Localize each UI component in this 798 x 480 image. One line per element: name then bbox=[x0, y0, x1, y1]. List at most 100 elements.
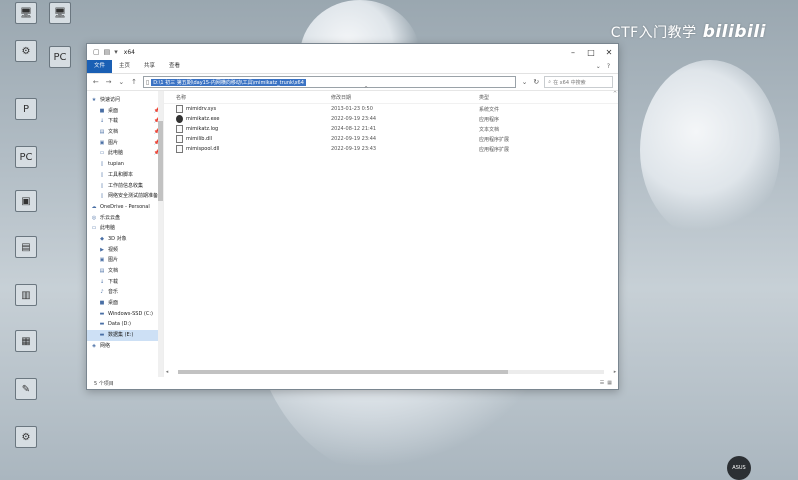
search-input[interactable]: ⌕ 在 x64 中搜索 bbox=[544, 76, 613, 88]
maximize-button[interactable]: □ bbox=[582, 48, 600, 57]
desktop-shortcut[interactable]: ✎ bbox=[4, 378, 48, 402]
horizontal-scrollbar[interactable]: ◂ ▸ bbox=[164, 369, 618, 375]
file-name: mimilib.dll bbox=[186, 136, 213, 142]
sidebar-item[interactable]: ▬ Windows-SSD (C:) bbox=[87, 309, 163, 320]
sidebar-item-icon: ◆ bbox=[100, 235, 104, 242]
navigation-pane[interactable]: ★ 快速访问 ■ 桌面 📌 ↓ 下载 📌 ▤ 文档 📌 ▣ 图片 📌 ▭ 此电脑 📌 ▯ tupian ▯ 工具和脚本 ▯… bbox=[87, 91, 164, 377]
sort-indicator-icon: ^ bbox=[364, 86, 369, 92]
save-icon[interactable]: ▢ bbox=[93, 48, 100, 56]
desktop-shortcut[interactable]: ▥ bbox=[4, 284, 48, 308]
sidebar-item-icon: ▭ bbox=[91, 225, 97, 232]
file-row[interactable]: mimidrv.sys 2013-01-23 0:50 系统文件 bbox=[164, 104, 618, 114]
minimize-button[interactable]: – bbox=[564, 48, 582, 57]
address-bar[interactable]: ▯ D:\1 初三 第五期\day15-内网横向移动\工具\mimikatz_t… bbox=[142, 76, 516, 88]
help-icon[interactable]: ? bbox=[607, 63, 610, 70]
sidebar-item-icon: ▬ bbox=[99, 332, 105, 339]
sidebar-item-label: 数据集 (E:) bbox=[108, 332, 134, 339]
desktop-shortcut[interactable]: PC bbox=[38, 46, 82, 70]
sidebar-item[interactable]: ▯ 工作前信息收集 bbox=[87, 181, 163, 192]
title-bar[interactable]: ▢ ▤ ▾ x64 – □ ✕ bbox=[87, 44, 618, 60]
file-row[interactable]: mimilib.dll 2022-09-19 23:44 应用程序扩展 bbox=[164, 134, 618, 144]
file-type: 系统文件 bbox=[479, 106, 500, 113]
file-row[interactable]: mimikatz.exe 2022-09-19 23:44 应用程序 bbox=[164, 114, 618, 124]
sidebar-item-label: 下载 bbox=[108, 278, 119, 285]
desktop-shortcut[interactable]: ▤ bbox=[4, 236, 48, 260]
sidebar-item[interactable]: ■ 桌面 bbox=[87, 298, 163, 309]
sidebar-item[interactable]: ▭ 此电脑 📌 bbox=[87, 148, 163, 159]
sidebar-item[interactable]: ▬ 数据集 (E:) bbox=[87, 330, 163, 341]
content-scroll-up-icon[interactable]: ^ bbox=[612, 91, 618, 121]
horizontal-scroll-thumb[interactable] bbox=[178, 370, 508, 374]
sidebar-item[interactable]: ▶ 视频 bbox=[87, 245, 163, 256]
sidebar-scroll-thumb[interactable] bbox=[158, 121, 163, 201]
sidebar-item[interactable]: ↓ 下载 bbox=[87, 277, 163, 288]
column-name[interactable]: 名称 bbox=[176, 94, 331, 101]
sidebar-item[interactable]: ↓ 下载 📌 bbox=[87, 116, 163, 127]
sidebar-item[interactable]: ☁ OneDrive - Personal bbox=[87, 202, 163, 213]
sidebar-item-icon: ▣ bbox=[99, 139, 105, 146]
sidebar-item[interactable]: ◆ 3D 对象 bbox=[87, 234, 163, 245]
desktop-shortcut[interactable]: 🖥 bbox=[38, 2, 82, 26]
file-row[interactable]: mimikatz.log 2024-08-12 21:41 文本文档 bbox=[164, 124, 618, 134]
desktop-shortcut[interactable]: PC bbox=[4, 146, 48, 170]
sidebar-item-label: Windows-SSD (C:) bbox=[108, 310, 153, 317]
large-icons-view-icon[interactable]: ▦ bbox=[607, 380, 612, 386]
sidebar-item-label: tupian bbox=[108, 161, 124, 168]
file-date: 2022-09-19 23:44 bbox=[331, 116, 377, 122]
back-button[interactable]: ← bbox=[92, 78, 100, 86]
sidebar-item-label: 3D 对象 bbox=[108, 235, 127, 242]
scroll-right-icon[interactable]: ▸ bbox=[612, 369, 618, 375]
scroll-left-icon[interactable]: ◂ bbox=[164, 369, 170, 375]
sidebar-item[interactable]: ▯ tupian bbox=[87, 159, 163, 170]
desktop-shortcut[interactable]: ▦ bbox=[4, 330, 48, 354]
file-row[interactable]: mimispool.dll 2022-09-19 23:43 应用程序扩展 bbox=[164, 144, 618, 154]
sidebar-item-icon: ▬ bbox=[99, 321, 105, 328]
close-button[interactable]: ✕ bbox=[600, 48, 618, 57]
folder-icon[interactable]: ▤ bbox=[104, 48, 111, 56]
up-button[interactable]: ↑ bbox=[130, 78, 138, 86]
desktop-shortcut[interactable]: P bbox=[4, 98, 48, 122]
tab-share[interactable]: 共享 bbox=[137, 60, 162, 73]
file-type: 应用程序扩展 bbox=[479, 146, 510, 153]
forward-button[interactable]: → bbox=[105, 78, 113, 86]
refresh-icon[interactable]: ↻ bbox=[533, 78, 539, 86]
column-type[interactable]: 类型 bbox=[479, 94, 559, 101]
file-name: mimidrv.sys bbox=[186, 106, 217, 112]
sidebar-item[interactable]: ▯ 网络安全测试前期准备 bbox=[87, 191, 163, 202]
sidebar-item[interactable]: ▬ Data (D:) bbox=[87, 319, 163, 330]
status-bar: 5 个项目 ☰ ▦ bbox=[87, 377, 618, 389]
sidebar-item[interactable]: ▤ 文档 📌 bbox=[87, 127, 163, 138]
file-explorer-window[interactable]: ▢ ▤ ▾ x64 – □ ✕ 文件 主页 共享 查看 ⌄ ? ← → ⌄ ↑ … bbox=[86, 43, 619, 390]
tab-view[interactable]: 查看 bbox=[162, 60, 187, 73]
file-name: mimikatz.log bbox=[186, 126, 219, 132]
file-date: 2022-09-19 23:44 bbox=[331, 136, 377, 142]
sidebar-item[interactable]: ▣ 图片 bbox=[87, 255, 163, 266]
sidebar-item[interactable]: ◎ 乐云云盘 bbox=[87, 213, 163, 224]
tab-home[interactable]: 主页 bbox=[112, 60, 137, 73]
sidebar-item[interactable]: ■ 桌面 📌 bbox=[87, 106, 163, 117]
quick-access-toolbar: ▢ ▤ ▾ bbox=[93, 48, 118, 56]
sidebar-item[interactable]: ▯ 工具和脚本 bbox=[87, 170, 163, 181]
file-list[interactable]: ^ 名称 修改日期 类型 mimidrv.sys 2013-01-23 0:50 系… bbox=[164, 86, 618, 377]
desktop-shortcut[interactable]: ▣ bbox=[4, 190, 48, 214]
address-path[interactable]: D:\1 初三 第五期\day15-内网横向移动\工具\mimikatz_tru… bbox=[151, 78, 306, 86]
address-dropdown-icon[interactable]: ⌄ bbox=[521, 78, 529, 86]
details-view-icon[interactable]: ☰ bbox=[600, 380, 604, 386]
app-icon: 🖥 bbox=[49, 2, 71, 24]
app-icon: ▥ bbox=[15, 284, 37, 306]
chevron-down-icon[interactable]: ▾ bbox=[114, 48, 118, 56]
sidebar-item-icon: ☁ bbox=[91, 203, 97, 210]
desktop-shortcut[interactable]: ⚙ bbox=[4, 426, 48, 450]
sidebar-item[interactable]: ◈ 网络 bbox=[87, 341, 163, 352]
ribbon-expand-icon[interactable]: ⌄ bbox=[596, 63, 601, 70]
tab-file[interactable]: 文件 bbox=[87, 60, 113, 73]
recent-locations-icon[interactable]: ⌄ bbox=[117, 78, 125, 86]
sidebar-item[interactable]: ▤ 文档 bbox=[87, 266, 163, 277]
file-date: 2013-01-23 0:50 bbox=[331, 106, 373, 112]
sidebar-item[interactable]: ♪ 音乐 bbox=[87, 287, 163, 298]
sidebar-item[interactable]: ▣ 图片 📌 bbox=[87, 138, 163, 149]
sidebar-scrollbar[interactable] bbox=[158, 91, 163, 377]
column-date-modified[interactable]: 修改日期 bbox=[331, 94, 479, 101]
sidebar-item[interactable]: ★ 快速访问 bbox=[87, 95, 163, 106]
sidebar-item[interactable]: ▭ 此电脑 bbox=[87, 223, 163, 234]
